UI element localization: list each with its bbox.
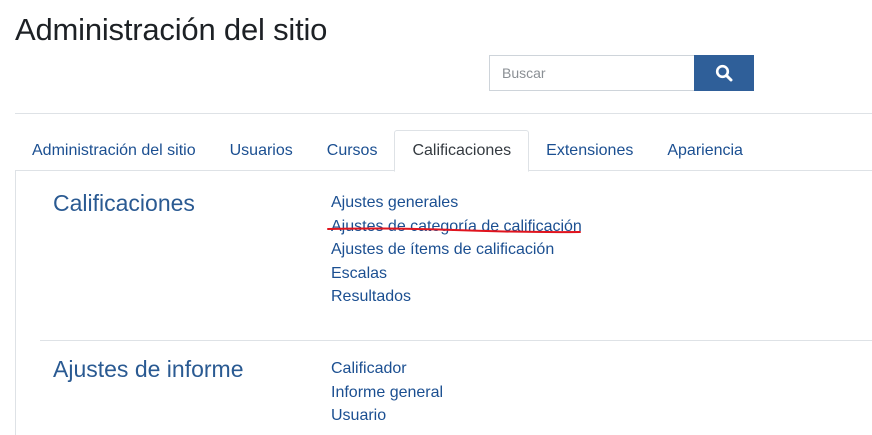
search-input[interactable] (489, 55, 694, 91)
tab-appearance[interactable]: Apariencia (650, 130, 760, 171)
grades-link-list: Ajustes generales Ajustes de categoría d… (331, 191, 582, 309)
section-heading-report-settings: Ajustes de informe (53, 356, 244, 382)
list-item: Informe general (331, 381, 443, 405)
section-divider (40, 340, 872, 341)
search-icon (715, 64, 733, 82)
list-item: Ajustes generales (331, 191, 582, 215)
page: Administración del sitio Administración … (0, 0, 872, 435)
link-user-report[interactable]: Usuario (331, 407, 386, 424)
tab-users[interactable]: Usuarios (213, 130, 310, 171)
link-grader[interactable]: Calificador (331, 360, 407, 377)
tab-grades[interactable]: Calificaciones (394, 130, 530, 172)
tab-plugins[interactable]: Extensiones (529, 130, 650, 171)
report-settings-link-list: Calificador Informe general Usuario (331, 357, 443, 428)
link-scales[interactable]: Escalas (331, 265, 387, 282)
header-divider (15, 113, 872, 114)
list-item: Ajustes de ítems de calificación (331, 238, 582, 262)
tab-site-administration[interactable]: Administración del sitio (15, 130, 213, 171)
list-item: Calificador (331, 357, 443, 381)
list-item: Usuario (331, 404, 443, 428)
list-item: Resultados (331, 285, 582, 309)
list-item: Escalas (331, 262, 582, 286)
section-heading-grades: Calificaciones (53, 190, 195, 216)
page-title: Administración del sitio (15, 12, 328, 47)
link-grade-category-settings[interactable]: Ajustes de categoría de calificación (331, 218, 582, 235)
link-overview-report[interactable]: Informe general (331, 384, 443, 401)
link-general-settings[interactable]: Ajustes generales (331, 194, 458, 211)
tab-courses[interactable]: Cursos (310, 130, 395, 171)
link-outcomes[interactable]: Resultados (331, 288, 411, 305)
search-button[interactable] (694, 55, 754, 91)
admin-tabs: Administración del sitio Usuarios Cursos… (15, 130, 872, 172)
search-bar (489, 55, 754, 91)
tab-panel-border (15, 171, 16, 435)
list-item: Ajustes de categoría de calificación (331, 215, 582, 239)
link-grade-item-settings[interactable]: Ajustes de ítems de calificación (331, 241, 554, 258)
